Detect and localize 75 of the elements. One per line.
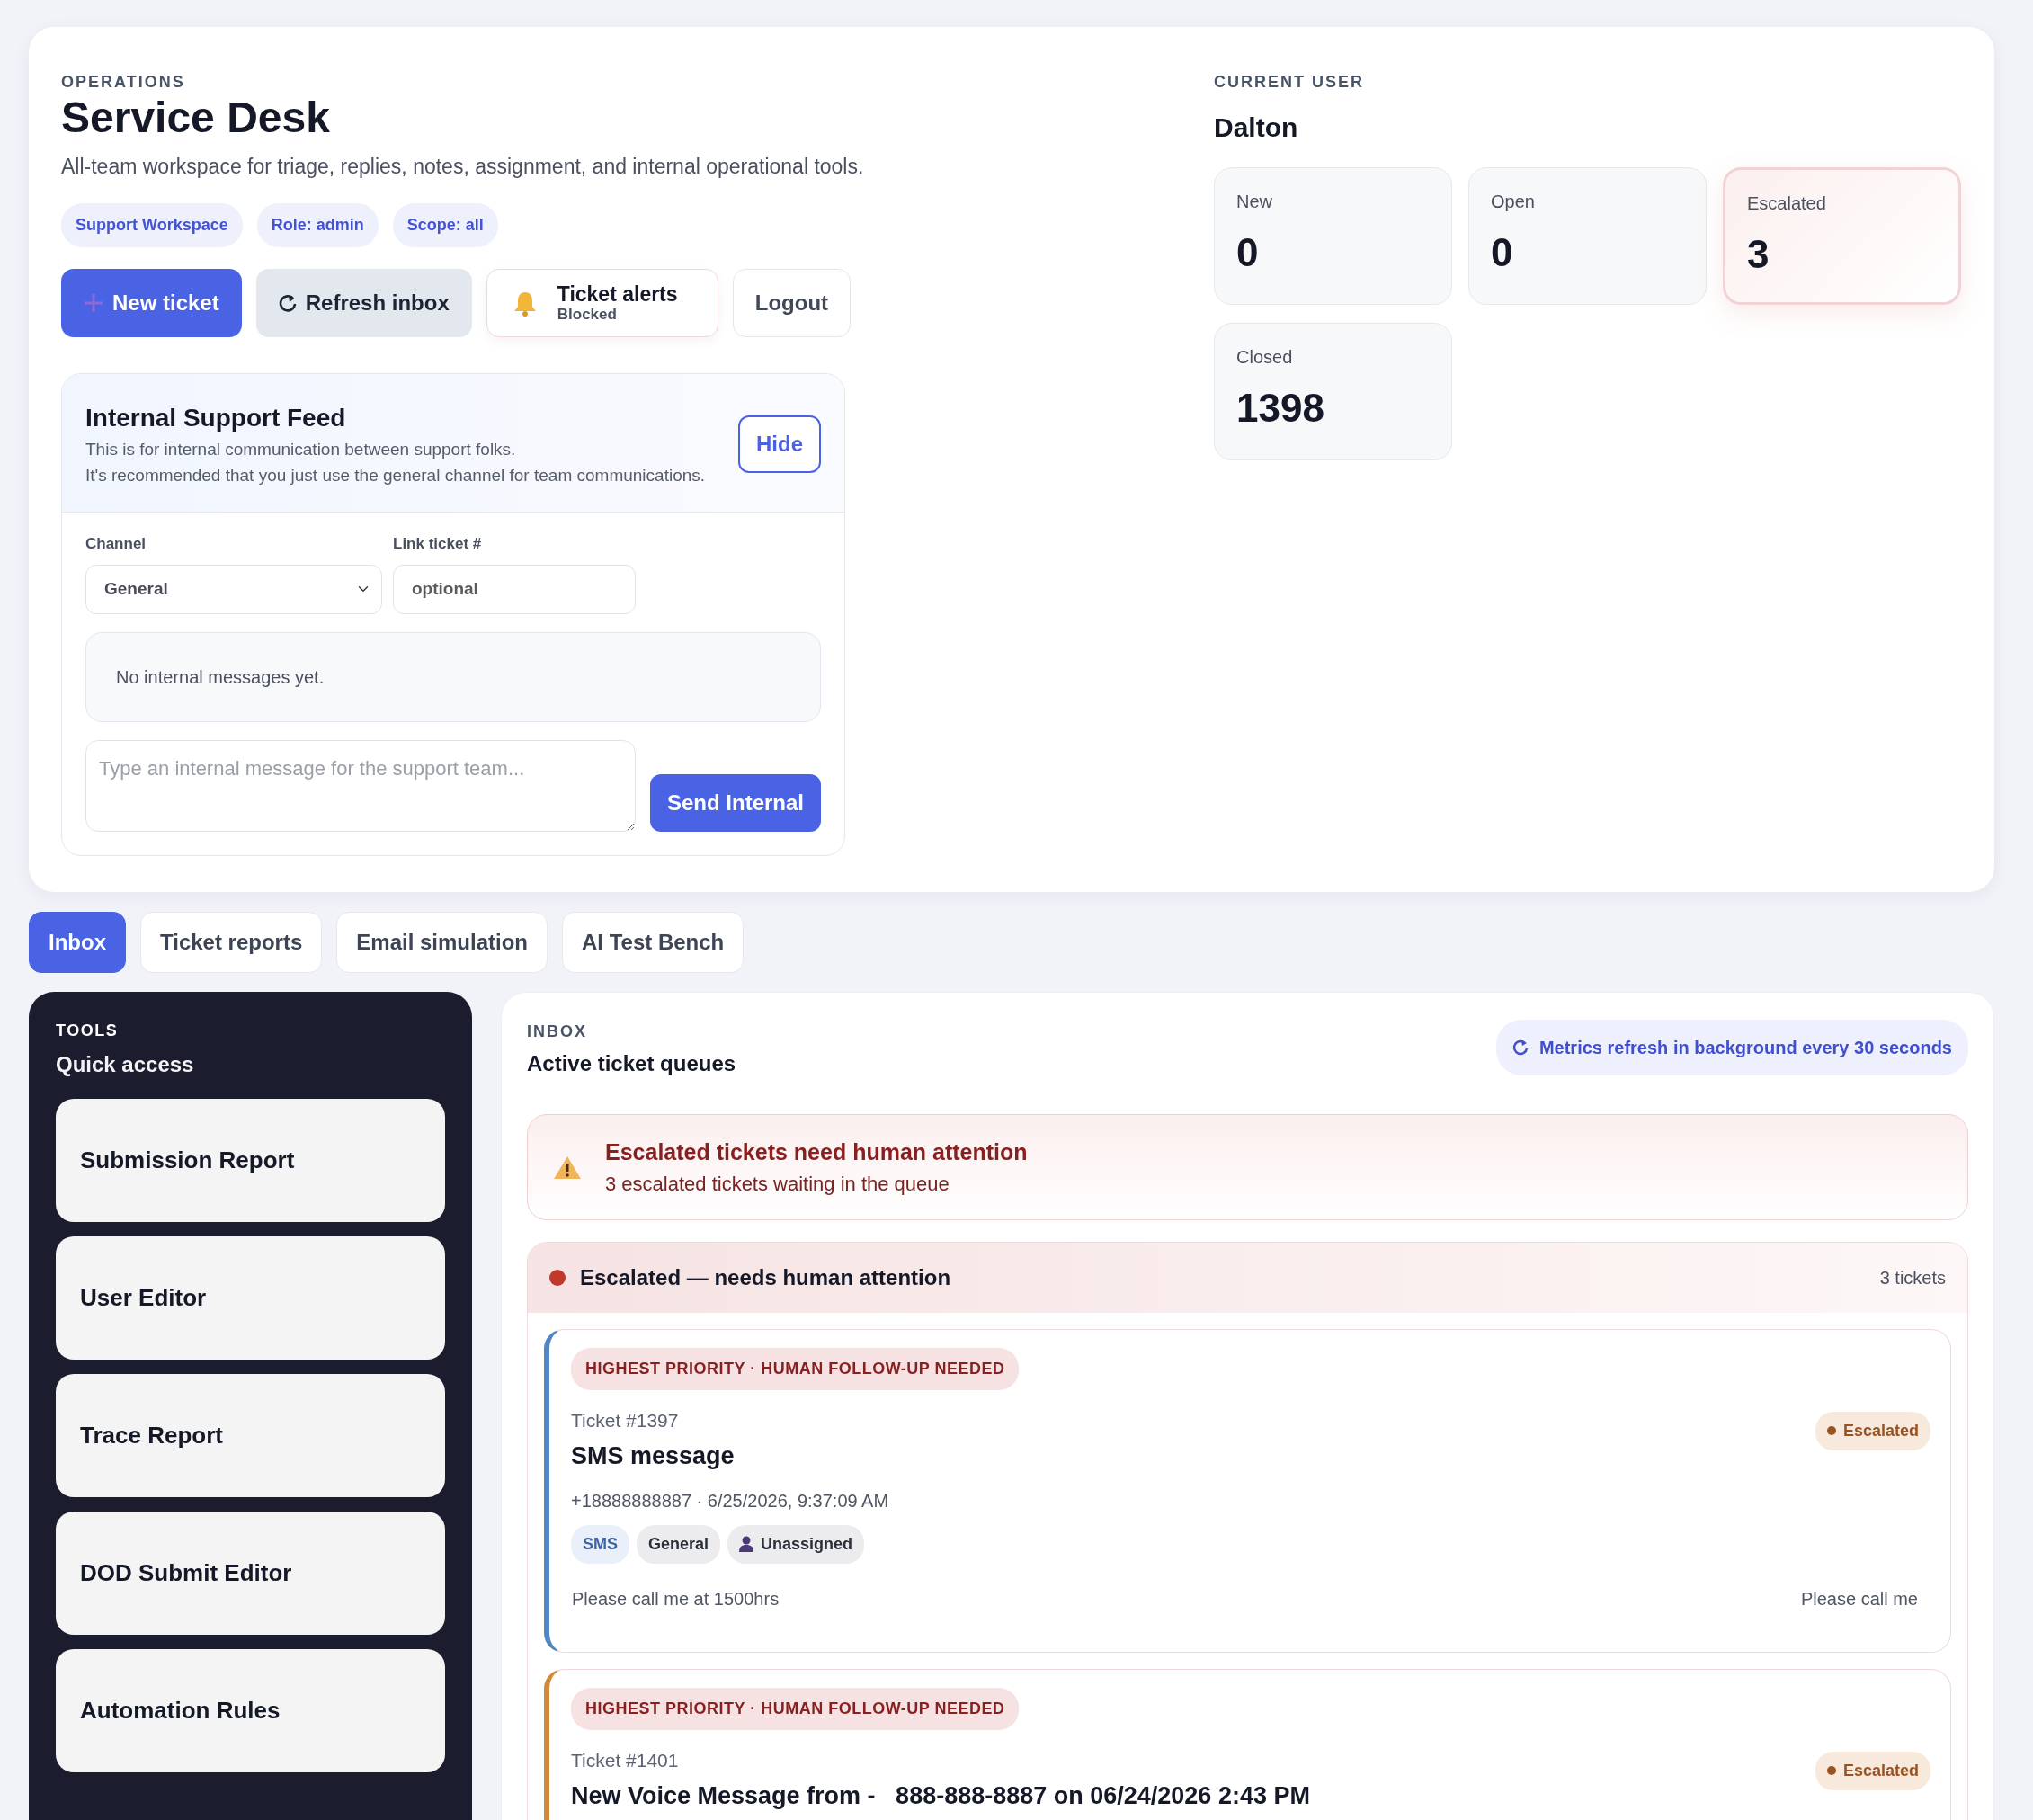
refresh-inbox-button[interactable]: Refresh inbox [255, 269, 472, 338]
stat-label: Open [1491, 191, 1536, 213]
tool-link[interactable]: Automation Rules [56, 1648, 445, 1772]
section-eyebrow: CURRENT USER [1214, 72, 1365, 93]
logout-button[interactable]: Logout [732, 269, 852, 338]
alert-text: 3 escalated tickets waiting in the queue [605, 1172, 950, 1198]
status-dot [1826, 1426, 1836, 1436]
status-dot [1826, 1766, 1836, 1776]
page-title: Service Desk [61, 94, 331, 142]
feed-title: Internal Support Feed [85, 403, 347, 434]
alerts-title: Ticket alerts [557, 283, 678, 307]
stat-value: 3 [1747, 235, 1770, 274]
priority-label: HIGHEST PRIORITY · HUMAN FOLLOW-UP NEEDED [571, 1687, 1020, 1730]
message-input[interactable]: Type an internal message for the support team... [85, 739, 636, 832]
plus-icon [84, 293, 103, 314]
tab[interactable]: Inbox [29, 911, 126, 973]
message-snippet: Please call me [1800, 1587, 1918, 1610]
tag-text: Unassigned [761, 1533, 853, 1555]
scope-badge: Scope: all [392, 203, 498, 248]
section-title: Active ticket queues [527, 1049, 736, 1077]
ticket-link-input[interactable]: optional [393, 564, 636, 614]
stat-label: Closed [1236, 346, 1294, 369]
hide-button[interactable]: Hide [738, 415, 821, 473]
refresh-icon [1511, 1039, 1529, 1056]
ticket-number: Ticket #1401 [571, 1748, 680, 1772]
tag-text: SMS [583, 1533, 618, 1555]
send-internal-button[interactable]: Send Internal [649, 773, 821, 832]
stat-value: 1398 [1236, 388, 1325, 428]
message-preview: Please call me at 1500hrs [572, 1587, 780, 1610]
field-label: Channel [85, 534, 147, 555]
ticket-card[interactable]: HIGHEST PRIORITY · HUMAN FOLLOW-UP NEEDED Ticket #1401 New Voice Message from - 888-888-8887 on 06/24/2026 2:43 PM Escalated [544, 1668, 1951, 1820]
person-icon [739, 1536, 754, 1553]
scope-badge: Support Workspace [61, 203, 243, 248]
sidebar-title: Quick access [56, 1050, 195, 1078]
stat-value: 0 [1491, 233, 1514, 272]
ticket-number: Ticket #1397 [571, 1408, 680, 1432]
new-ticket-button[interactable]: New ticket [61, 269, 242, 338]
tab[interactable]: Email simulation [336, 911, 548, 973]
status-text: Escalated [1842, 1760, 1919, 1781]
tool-link[interactable]: Trace Report [56, 1373, 445, 1497]
status-text: Escalated [1842, 1420, 1919, 1441]
stat-value: 0 [1236, 233, 1260, 272]
scope-badge: Role: admin [256, 203, 379, 248]
ticket-meta: +18888888887 · 6/25/2026, 9:37:09 AM [571, 1489, 890, 1512]
queue-title: Escalated — needs human attention [580, 1263, 951, 1291]
feed-description: This is for internal communication between support folks. [85, 439, 517, 461]
section-eyebrow: TOOLS [56, 1020, 120, 1041]
status-dot [549, 1269, 566, 1286]
bell-icon [512, 290, 538, 317]
refresh-icon [278, 294, 297, 313]
stat-label: Escalated [1747, 192, 1827, 215]
tab[interactable]: AI Test Bench [562, 911, 745, 973]
page-description: All-team workspace for triage, replies, notes, assignment, and internal operational tools. [61, 153, 865, 180]
ticket-alerts-button[interactable]: Ticket alerts Blocked [486, 269, 718, 338]
feed-description: It's recommended that you just use the general channel for team communications. [85, 464, 706, 486]
channel-select[interactable]: General [85, 564, 382, 614]
ticket-title: New Voice Message from - 888-888-8887 on 06/24/2026 2:43 PM [571, 1781, 1310, 1812]
section-eyebrow: OPERATIONS [61, 72, 186, 93]
alerts-status: Blocked [557, 306, 618, 324]
ticket-title: SMS message [571, 1441, 735, 1472]
tag-text: General [648, 1533, 709, 1555]
tool-link[interactable]: DOD Submit Editor [56, 1511, 445, 1635]
priority-label: HIGHEST PRIORITY · HUMAN FOLLOW-UP NEEDED [571, 1347, 1020, 1390]
alert-title: Escalated tickets need human attention [605, 1138, 1028, 1166]
ticket-count: 3 tickets [1879, 1266, 1946, 1289]
field-label: Link ticket # [393, 534, 483, 555]
tool-link[interactable]: User Editor [56, 1236, 445, 1360]
section-eyebrow: INBOX [527, 1021, 588, 1042]
stat-label: New [1236, 191, 1273, 213]
refresh-note-text: Metrics refresh in background every 30 seconds [1538, 1036, 1952, 1059]
tool-link[interactable]: Submission Report [56, 1098, 445, 1222]
ticket-card[interactable]: HIGHEST PRIORITY · HUMAN FOLLOW-UP NEEDED Ticket #1397 SMS message Escalated +18888888887 · 6/25/2026, 9:37:09 AM SMS General Unassigned Please call me at 1500hrs Please call me [544, 1328, 1951, 1653]
user-name: Dalton [1214, 112, 1299, 144]
tab[interactable]: Ticket reports [140, 911, 323, 973]
empty-feed-message: No internal messages yet. [85, 631, 821, 722]
